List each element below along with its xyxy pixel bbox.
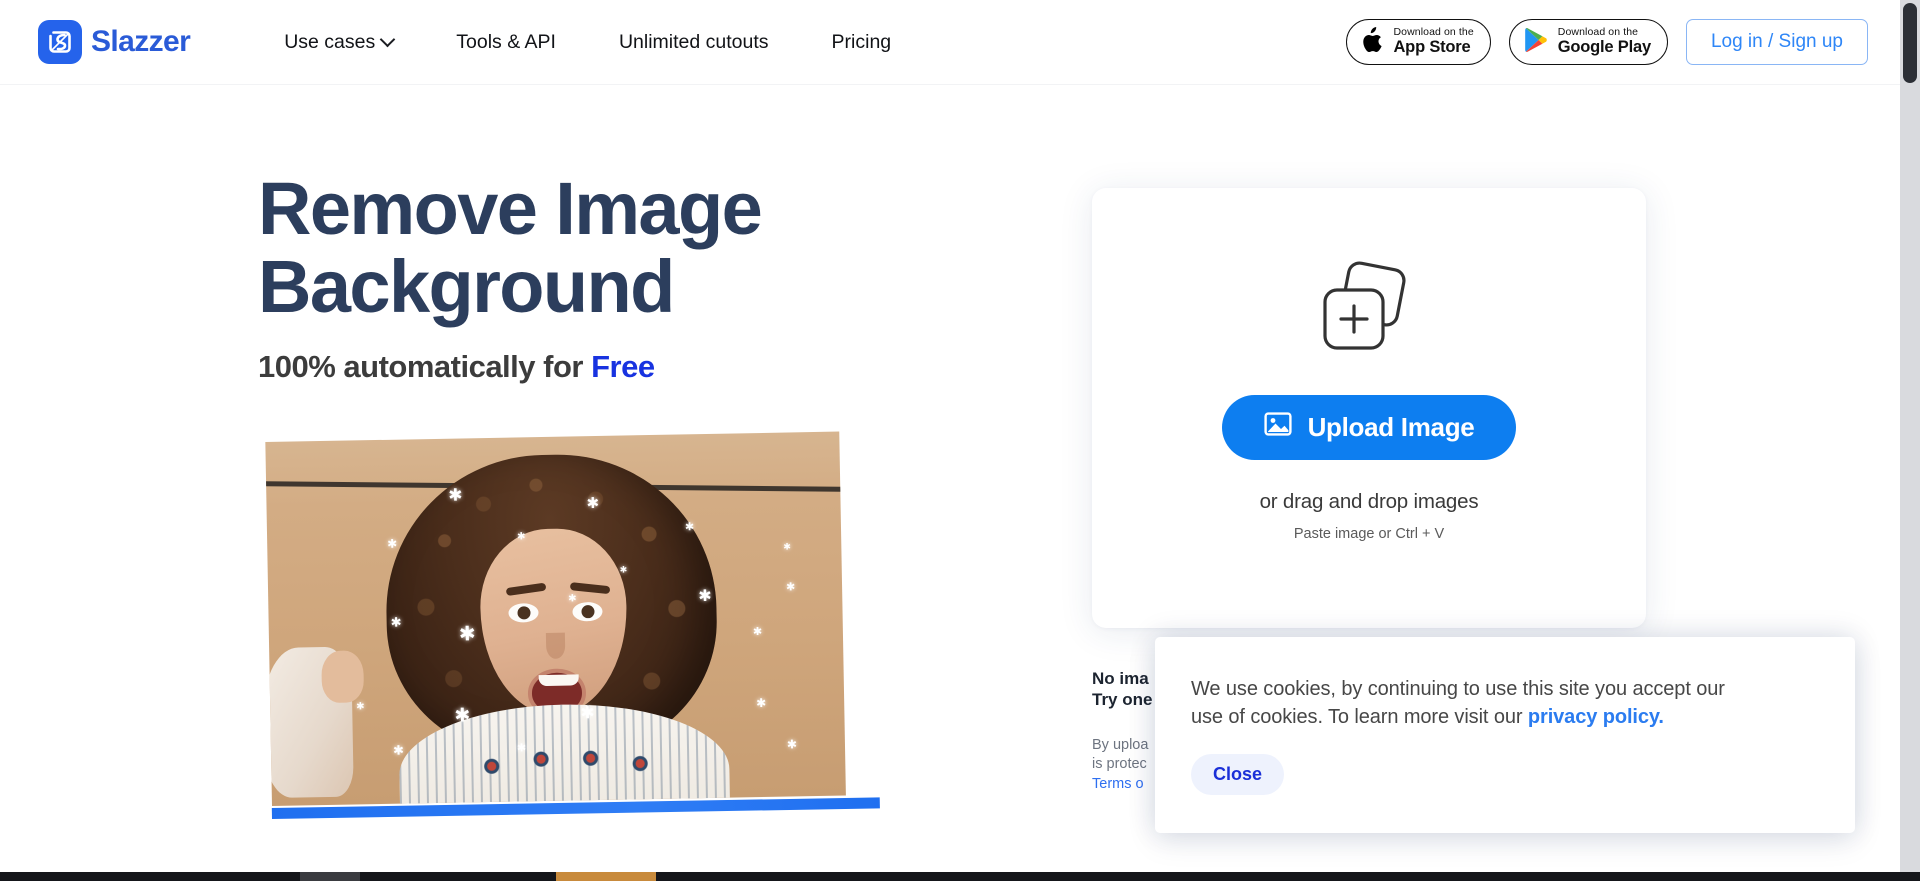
cookie-consent-banner: We use cookies, by continuing to use thi… (1155, 637, 1855, 833)
terms-of-service-link[interactable]: Terms o (1092, 776, 1144, 792)
image-stack-plus-icon (1319, 260, 1419, 361)
taskbar-segment (0, 872, 300, 881)
terms-line1: By uploa (1092, 736, 1149, 753)
hero-image: ✱ ✱ ✱ ✱ ✱ ✱ ✱ ✱ ✱ ✱ ✱ ✱ ✱ ✱ ✱ ✱ ✱ ✱ ✱ ✱ (265, 431, 900, 825)
no-image-line2: Try one (1092, 690, 1153, 710)
main-navigation: Use cases Tools & API Unlimited cutouts … (284, 25, 891, 60)
taskbar-segment (556, 872, 656, 881)
no-image-line1: No ima (1092, 669, 1149, 688)
drag-drop-text: or drag and drop images (1259, 490, 1479, 513)
browser-page: Slazzer Use cases Tools & API Unlimited … (0, 0, 1920, 881)
paste-hint-text: Paste image or Ctrl + V (1293, 526, 1445, 542)
cookie-text-line1: We use cookies, by continuing to use thi… (1191, 678, 1725, 700)
page-title: Remove Image Background (258, 167, 958, 329)
hero-subtitle-accent: Free (591, 348, 655, 384)
hero-title-line1: Remove Image (258, 167, 763, 250)
nav-item-pricing[interactable]: Pricing (832, 25, 892, 60)
hero-subtitle-prefix: 100% automatically for (258, 348, 592, 384)
upload-dropzone-card[interactable]: Upload Image or drag and drop images Pas… (1092, 188, 1646, 628)
header-actions: Download on the App Store Download on th… (1346, 19, 1868, 65)
subject-nose (545, 632, 566, 659)
brand-logo[interactable]: Slazzer (38, 20, 191, 64)
taskbar-segment (656, 872, 1920, 881)
nav-item-tools-api[interactable]: Tools & API (456, 25, 556, 60)
nav-label-use-cases: Use cases (284, 30, 376, 53)
app-store-badge[interactable]: Download on the App Store (1346, 19, 1491, 65)
taskbar-segment (300, 872, 360, 881)
brand-name: Slazzer (91, 25, 191, 58)
google-play-bottom-label: Google Play (1557, 37, 1651, 56)
taskbar-segment (360, 872, 556, 881)
vertical-scrollbar-thumb[interactable] (1903, 3, 1917, 83)
upload-image-label: Upload Image (1307, 412, 1475, 442)
upload-image-button[interactable]: Upload Image (1221, 395, 1517, 460)
cookie-close-button[interactable]: Close (1191, 753, 1285, 795)
hero-text-block: Remove Image Background 100% automatical… (258, 167, 958, 385)
nav-label-tools-api: Tools & API (456, 30, 556, 53)
apple-icon (1361, 26, 1383, 58)
woman-with-curly-hair-photo: ✱ ✱ ✱ ✱ ✱ ✱ ✱ ✱ ✱ ✱ ✱ ✱ ✱ ✱ ✱ ✱ ✱ ✱ ✱ ✱ (265, 431, 846, 806)
cookie-banner-text: We use cookies, by continuing to use thi… (1191, 675, 1815, 732)
app-store-bottom-label: App Store (1393, 37, 1471, 56)
nav-label-unlimited-cutouts: Unlimited cutouts (618, 30, 769, 53)
os-taskbar-sliver (0, 872, 1920, 881)
terms-line2: is protec (1092, 756, 1147, 773)
login-signup-button[interactable]: Log in / Sign up (1685, 19, 1868, 65)
hero-subtitle: 100% automatically for Free (258, 349, 958, 385)
hero-title-line2: Background (258, 245, 675, 329)
vertical-scrollbar-track[interactable] (1900, 0, 1920, 881)
nav-item-unlimited-cutouts[interactable]: Unlimited cutouts (619, 25, 769, 60)
nav-label-pricing: Pricing (831, 30, 892, 53)
photo-subject (265, 432, 846, 806)
chevron-down-icon (379, 31, 396, 47)
picture-icon (1263, 410, 1292, 445)
cookie-text-line2: use of cookies. To learn more visit our (1191, 706, 1528, 729)
nav-item-use-cases[interactable]: Use cases (284, 25, 396, 60)
google-play-badge[interactable]: Download on the Google Play (1508, 19, 1668, 65)
slazzer-logo-icon (38, 20, 82, 64)
subject-hand (321, 650, 365, 704)
privacy-policy-link[interactable]: privacy policy. (1528, 706, 1664, 728)
site-header: Slazzer Use cases Tools & API Unlimited … (0, 0, 1900, 85)
google-play-icon (1524, 27, 1548, 58)
